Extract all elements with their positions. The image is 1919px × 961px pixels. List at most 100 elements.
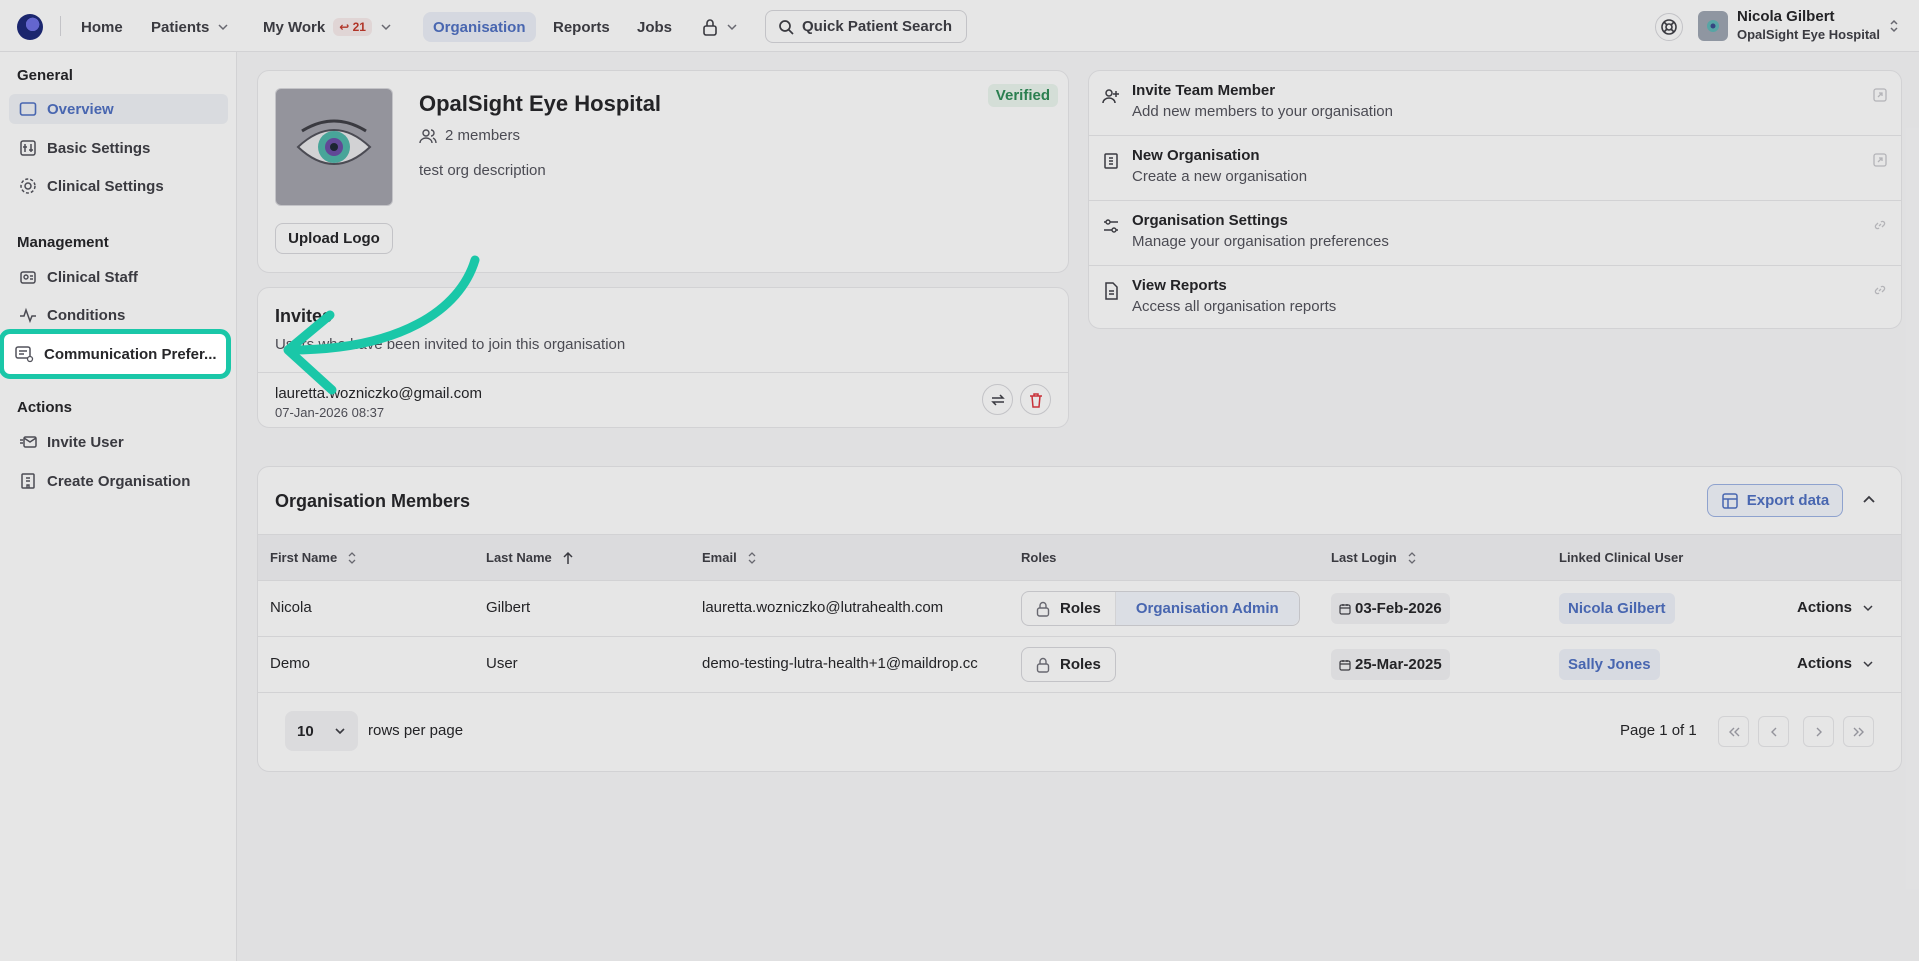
building-icon: [21, 473, 35, 489]
nav-lock-menu[interactable]: [692, 12, 748, 42]
help-button[interactable]: [1655, 13, 1683, 41]
linked-clinical-user-link[interactable]: Nicola Gilbert: [1559, 593, 1675, 624]
chevron-up-icon[interactable]: [1862, 493, 1876, 507]
chevrons-left-icon: [1728, 727, 1739, 736]
expand-icon: [1873, 88, 1887, 102]
quick-action-title: Invite Team Member: [1132, 82, 1276, 99]
cell-last-name: User: [486, 655, 518, 672]
nav-reports-label: Reports: [553, 18, 610, 36]
document-icon: [1105, 282, 1118, 300]
upload-logo-button[interactable]: Upload Logo: [275, 223, 393, 254]
column-label: Last Name: [486, 550, 552, 565]
my-work-count: 21: [352, 20, 366, 34]
organisation-description: test org description: [419, 162, 546, 179]
user-name[interactable]: Nicola Gilbert: [1737, 8, 1835, 25]
roles-left: Roles: [1022, 648, 1115, 681]
nav-home[interactable]: Home: [71, 12, 133, 42]
nav-patients[interactable]: Patients: [141, 12, 239, 42]
actions-label: Actions: [1797, 599, 1853, 616]
sidebar-item-basic-settings[interactable]: Basic Settings: [9, 133, 228, 163]
resend-invite-button[interactable]: [982, 384, 1013, 415]
delete-invite-button[interactable]: [1020, 384, 1051, 415]
roles-button[interactable]: Roles: [1021, 647, 1116, 682]
sidebar-item-label: Clinical Settings: [47, 177, 164, 195]
quick-action-title: View Reports: [1132, 277, 1227, 294]
column-first-name[interactable]: First Name: [270, 550, 357, 565]
search-icon: [779, 19, 794, 35]
organisation-card: OpalSight Eye Hospital 2 members test or…: [257, 70, 1069, 273]
column-last-login[interactable]: Last Login: [1331, 550, 1417, 565]
quick-action-view-reports[interactable]: View Reports Access all organisation rep…: [1089, 266, 1901, 331]
quick-action-description: Access all organisation reports: [1132, 298, 1337, 315]
sidebar-item-label: Clinical Staff: [47, 268, 138, 286]
cell-first-name: Nicola: [270, 599, 312, 616]
lock-icon: [703, 19, 717, 36]
column-email[interactable]: Email: [702, 550, 757, 565]
sort-icon: [748, 551, 756, 564]
sidebar-item-create-organisation[interactable]: Create Organisation: [9, 466, 228, 496]
rows-per-page-value: 10: [297, 722, 314, 740]
table-header: First Name Last Name Email Roles Last Lo…: [258, 534, 1901, 581]
quick-action-organisation-settings[interactable]: Organisation Settings Manage your organi…: [1089, 201, 1901, 266]
organisation-name: OpalSight Eye Hospital: [419, 91, 662, 116]
sidebar-item-conditions[interactable]: Conditions: [9, 300, 228, 330]
linked-clinical-user-link[interactable]: Sally Jones: [1559, 649, 1660, 680]
nav-organisation[interactable]: Organisation: [423, 12, 536, 42]
row-actions-dropdown[interactable]: Actions: [1797, 599, 1874, 616]
export-label: Export data: [1746, 492, 1830, 509]
chevron-left-icon: [1770, 727, 1776, 736]
sidebar-item-label: Invite User: [47, 433, 124, 451]
first-page-button[interactable]: [1718, 716, 1749, 747]
chevrons-right-icon: [1853, 727, 1864, 736]
gear-icon: [20, 178, 36, 194]
sidebar-item-communication-preferences[interactable]: Communication Prefer...: [0, 329, 231, 379]
nav-divider: [60, 16, 61, 36]
last-page-button[interactable]: [1843, 716, 1874, 747]
sidebar-item-clinical-settings[interactable]: Clinical Settings: [9, 171, 228, 201]
roles-button[interactable]: Roles Organisation Admin: [1021, 591, 1300, 626]
rows-per-page-select[interactable]: 10: [285, 711, 358, 751]
quick-action-new-organisation[interactable]: New Organisation Create a new organisati…: [1089, 136, 1901, 201]
quick-action-title: Organisation Settings: [1132, 212, 1288, 229]
sidebar-item-invite-user[interactable]: Invite User: [9, 427, 228, 457]
members-title: Organisation Members: [275, 491, 471, 511]
my-work-count-badge: ↩ 21: [333, 18, 372, 36]
column-label: Email: [702, 550, 737, 565]
sidebar-item-clinical-staff[interactable]: Clinical Staff: [9, 262, 228, 292]
eye-logo-icon: [1707, 20, 1719, 32]
export-data-button[interactable]: Export data: [1707, 484, 1843, 517]
column-label: Linked Clinical User: [1559, 550, 1684, 565]
organisation-member-count: 2 members: [419, 127, 520, 144]
sidebar-heading-management: Management: [17, 234, 109, 251]
invite-date: 07-Jan-2026 08:37: [275, 405, 385, 420]
column-last-name[interactable]: Last Name: [486, 550, 574, 565]
table-row: Nicola Gilbert lauretta.wozniczko@lutrah…: [258, 581, 1901, 637]
rows-per-page-label: rows per page: [368, 722, 464, 739]
next-page-button[interactable]: [1803, 716, 1834, 747]
pulse-icon: [20, 307, 36, 324]
cell-first-name: Demo: [270, 655, 311, 672]
app-logo[interactable]: [17, 14, 43, 40]
previous-page-button[interactable]: [1758, 716, 1789, 747]
user-organisation[interactable]: OpalSight Eye Hospital: [1737, 27, 1880, 42]
column-roles: Roles: [1021, 550, 1056, 565]
column-linked-clinical-user: Linked Clinical User: [1559, 550, 1683, 565]
chevron-down-icon: [1863, 604, 1873, 611]
sidebar-heading-actions: Actions: [17, 399, 73, 416]
chevron-down-icon: [1863, 660, 1873, 667]
sidebar-item-overview[interactable]: Overview: [9, 94, 228, 124]
roles-label: Roles: [1060, 656, 1101, 673]
search-label: Quick Patient Search: [802, 18, 953, 35]
nav-reports[interactable]: Reports: [543, 12, 620, 42]
nav-jobs[interactable]: Jobs: [627, 12, 682, 42]
nav-my-work[interactable]: My Work ↩ 21: [253, 12, 402, 42]
row-actions-dropdown[interactable]: Actions: [1797, 655, 1874, 672]
pagination-bar: 10 rows per page Page 1 of 1: [258, 693, 1901, 773]
quick-patient-search[interactable]: Quick Patient Search: [765, 10, 967, 43]
link-icon: [1874, 285, 1886, 295]
chevron-updown-icon[interactable]: [1888, 18, 1900, 34]
column-label: First Name: [270, 550, 338, 565]
quick-action-invite-team-member[interactable]: Invite Team Member Add new members to yo…: [1089, 71, 1901, 136]
page-info: Page 1 of 1: [1620, 722, 1697, 739]
org-avatar[interactable]: [1698, 11, 1728, 41]
